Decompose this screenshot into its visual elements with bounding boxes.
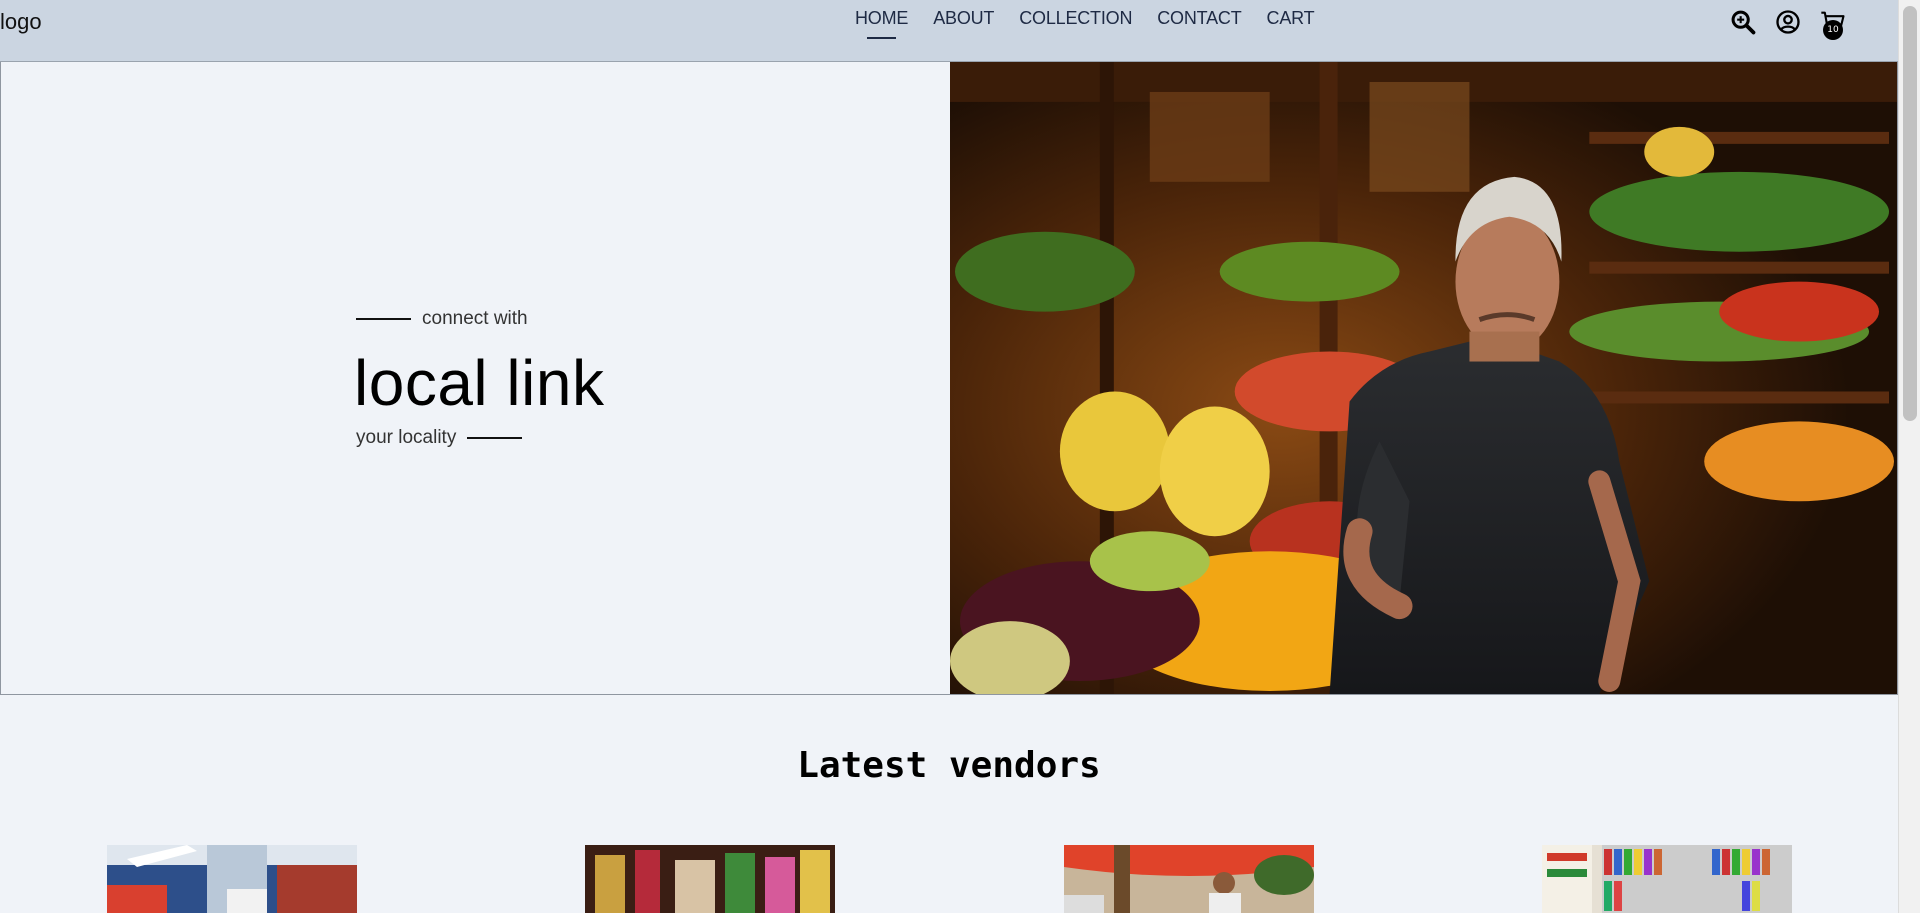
- nav-about[interactable]: ABOUT: [933, 8, 994, 39]
- nav-cart[interactable]: CART: [1267, 8, 1315, 39]
- vendor-card[interactable]: [1064, 845, 1314, 913]
- hero-tagline-bottom-text: your locality: [356, 427, 457, 448]
- divider-line: [467, 437, 523, 439]
- nav-contact[interactable]: CONTACT: [1157, 8, 1241, 39]
- vendor-card[interactable]: [585, 845, 835, 913]
- nav-home[interactable]: HOME: [855, 8, 908, 39]
- divider-line: [356, 318, 411, 320]
- logo[interactable]: logo: [0, 9, 42, 35]
- hero-tagline-top-text: connect with: [422, 308, 528, 329]
- scrollbar-thumb[interactable]: [1903, 6, 1917, 421]
- hero-title: local link: [354, 347, 605, 419]
- hero-image: [950, 62, 1897, 694]
- bookshop-photo: [1542, 845, 1792, 913]
- hero-text-panel: connect with local link your locality: [1, 62, 950, 694]
- hero-tagline-bottom: your locality: [356, 427, 523, 449]
- vendor-card[interactable]: [107, 845, 357, 913]
- supermarket-photo: [107, 845, 357, 913]
- vendor-card[interactable]: [1542, 845, 1792, 913]
- cart-count-badge: 10: [1823, 20, 1843, 40]
- hero-tagline-top: connect with: [356, 308, 528, 330]
- page-scrollbar[interactable]: [1898, 0, 1920, 913]
- main-nav: HOME ABOUT COLLECTION CONTACT CART: [855, 8, 1315, 39]
- section-title-latest-vendors: Latest vendors: [797, 745, 1101, 786]
- cart-icon[interactable]: 10: [1819, 8, 1847, 40]
- market-stall-photo: [585, 845, 835, 913]
- search-icon[interactable]: [1729, 8, 1757, 36]
- user-icon[interactable]: [1774, 8, 1802, 36]
- site-header: logo HOME ABOUT COLLECTION CONTACT CART: [0, 0, 1898, 62]
- hero-section: connect with local link your locality: [0, 62, 1898, 695]
- nav-collection[interactable]: COLLECTION: [1019, 8, 1132, 39]
- market-vendor-photo: [950, 62, 1897, 694]
- street-vendor-umbrella-photo: [1064, 845, 1314, 913]
